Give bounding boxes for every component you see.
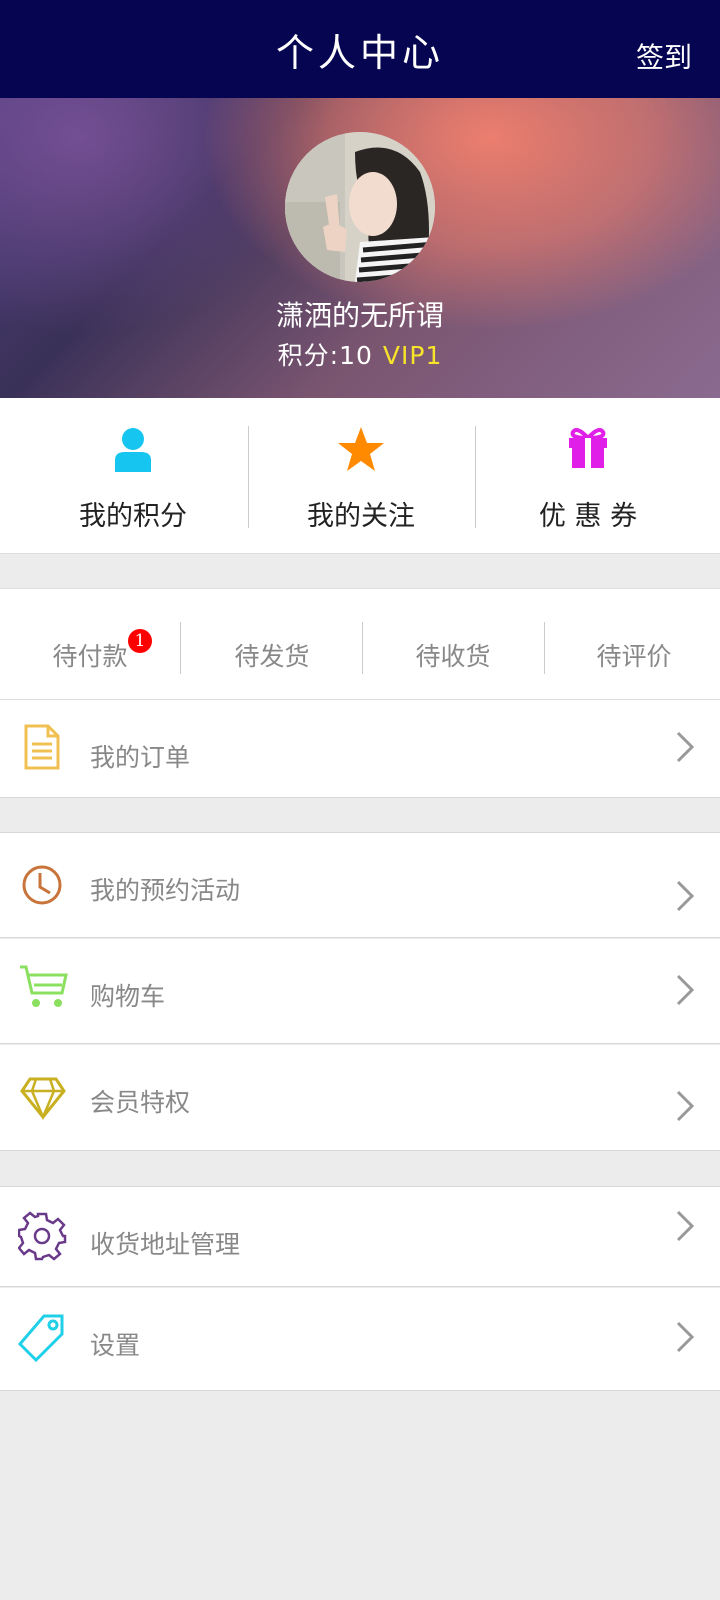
my-points-button[interactable]: 我的积分	[20, 398, 246, 554]
divider	[180, 622, 181, 674]
document-icon	[24, 724, 60, 770]
menu-label: 我的订单	[90, 743, 191, 772]
notification-badge: 1	[128, 629, 152, 653]
my-points-label: 我的积分	[79, 501, 187, 532]
tag-icon	[18, 1314, 64, 1362]
points-line: 积分:10 VIP1	[0, 336, 720, 372]
gear-icon	[18, 1211, 67, 1261]
avatar[interactable]	[285, 132, 435, 282]
section-gap	[0, 555, 720, 588]
chevron-right-icon	[676, 974, 695, 1006]
tab-pending-shipment[interactable]: 待发货	[182, 589, 362, 701]
page-title: 个人中心	[275, 31, 444, 75]
menu-cart[interactable]: 购物车	[0, 939, 720, 1044]
cart-icon	[20, 965, 68, 1007]
menu-label: 会员特权	[90, 1088, 191, 1117]
clock-icon	[22, 865, 62, 905]
menu-label: 购物车	[90, 982, 166, 1011]
tab-label: 待收货	[415, 642, 491, 671]
menu-membership[interactable]: 会员特权	[0, 1045, 720, 1151]
menu-my-orders[interactable]: 我的订单	[0, 700, 720, 798]
coupons-label: 优 惠 券	[538, 501, 638, 532]
menu-address-management[interactable]: 收货地址管理	[0, 1186, 720, 1287]
menu-label: 收货地址管理	[90, 1230, 241, 1259]
star-icon	[248, 426, 474, 476]
quick-actions: 我的积分 我的关注 优 惠 券	[0, 398, 720, 554]
coupons-button[interactable]: 优 惠 券	[475, 398, 701, 554]
top-bar: 个人中心 签到	[0, 0, 720, 98]
chevron-right-icon	[676, 1210, 695, 1242]
tab-label: 待评价	[596, 642, 672, 671]
menu-label: 设置	[90, 1331, 141, 1360]
section-gap	[0, 1152, 720, 1186]
empty-background	[0, 1392, 720, 1600]
chevron-right-icon	[676, 731, 695, 763]
my-follows-label: 我的关注	[307, 501, 415, 532]
tab-label: 待付款	[52, 642, 128, 671]
tab-pending-payment[interactable]: 待付款 1	[0, 589, 180, 701]
chevron-right-icon	[676, 1090, 695, 1122]
menu-reservations[interactable]: 我的预约活动	[0, 832, 720, 938]
menu-label: 我的预约活动	[90, 876, 241, 905]
user-icon	[20, 426, 246, 476]
tab-label: 待发货	[234, 642, 310, 671]
diamond-icon	[20, 1077, 66, 1121]
chevron-right-icon	[676, 880, 695, 912]
tab-pending-review[interactable]: 待评价	[544, 589, 720, 701]
vip-level: VIP1	[382, 341, 443, 370]
tab-pending-receipt[interactable]: 待收货	[363, 589, 543, 701]
my-follows-button[interactable]: 我的关注	[248, 398, 474, 554]
chevron-right-icon	[676, 1321, 695, 1353]
signin-button[interactable]: 签到	[636, 36, 692, 76]
section-gap	[0, 799, 720, 832]
username: 潇洒的无所谓	[275, 299, 444, 332]
menu-settings[interactable]: 设置	[0, 1288, 720, 1391]
profile-banner: 潇洒的无所谓 积分:10 VIP1	[0, 98, 720, 398]
order-status-bar: 待付款 1 待发货 待收货 待评价	[0, 588, 720, 700]
gift-icon	[475, 426, 701, 476]
points-label: 积分:10	[277, 341, 373, 370]
